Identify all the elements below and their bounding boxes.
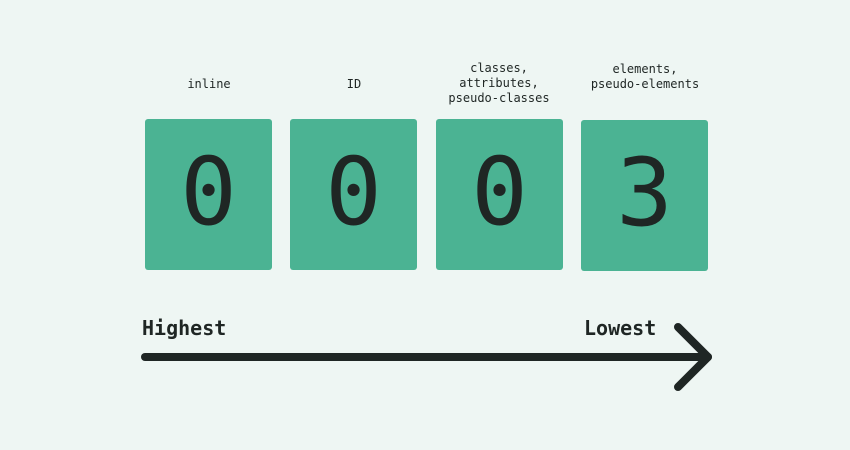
arrow-right-icon — [141, 323, 712, 391]
